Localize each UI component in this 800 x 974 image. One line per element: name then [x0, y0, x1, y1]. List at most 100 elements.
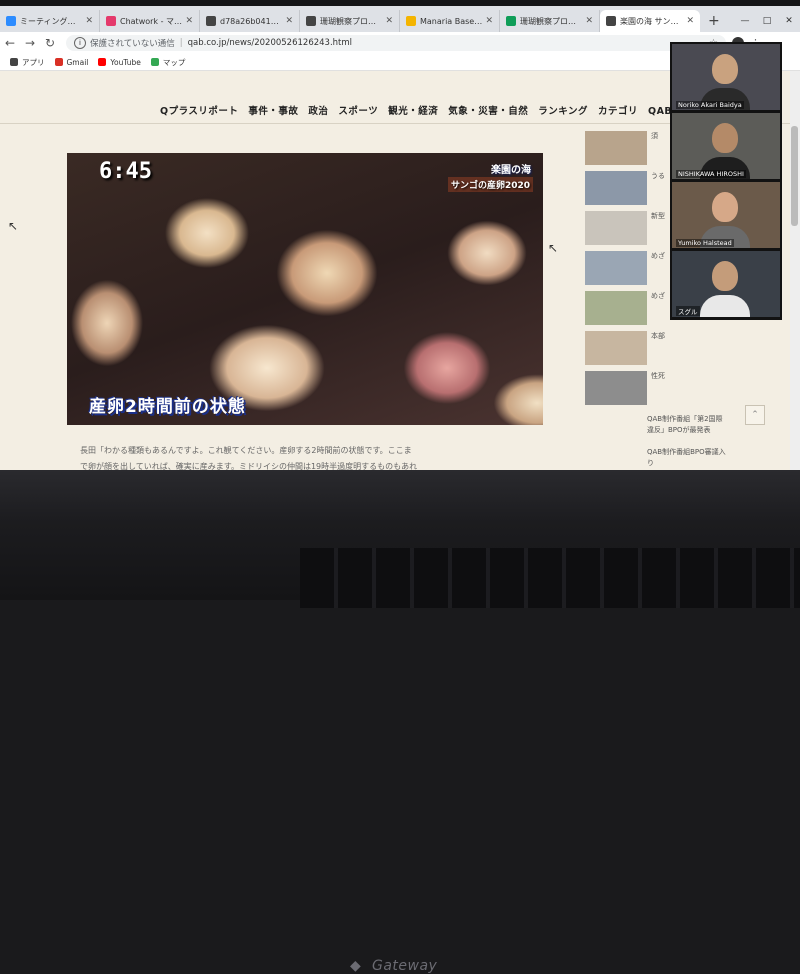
tab-label: 珊瑚観察プロジェク [520, 16, 582, 26]
bookmark-label: マップ [162, 57, 186, 67]
participant-name: NISHIKAWA HIROSHI [676, 170, 746, 178]
news-thumbnail[interactable] [585, 211, 647, 245]
address-separator: | [179, 38, 183, 48]
tab-close-icon[interactable]: ✕ [85, 16, 93, 26]
tab-close-icon[interactable]: ✕ [185, 16, 193, 26]
participant-video-tile[interactable]: Noriko Akari Baidya [672, 44, 780, 110]
news-headline[interactable]: 本部 [647, 331, 665, 367]
sidebar-bottom-text: QAB制作番組「第2国際 違反」BPOが最発表 QAB制作番組BPO審議入り [647, 414, 727, 469]
scroll-to-top-button[interactable]: ⌃ [745, 405, 765, 425]
apps-grid-icon [10, 58, 18, 66]
gateway-logo-icon: ◆ [350, 958, 361, 974]
address-bar[interactable]: i 保護されていない通信 | qab.co.jp/news/2020052612… [66, 35, 726, 51]
window-controls: — □ ✕ [734, 10, 800, 32]
broadcast-time: 6:45 [99, 159, 152, 184]
bookmark-label: YouTube [110, 57, 141, 67]
new-tab-button[interactable]: + [700, 10, 728, 32]
tab-label: 珊瑚観察プロジェク [320, 16, 382, 26]
sidebar-bottom-line[interactable]: QAB制作番組BPO審議入り [647, 447, 727, 469]
close-window-icon[interactable]: ✕ [778, 16, 800, 26]
tab-favicon-icon [6, 16, 16, 26]
bookmark-item[interactable]: Gmail [54, 57, 89, 67]
video-caption: 産卵2時間前の状態 [89, 397, 246, 417]
sidebar-news-item[interactable]: めざ [585, 251, 665, 287]
participant-head [712, 54, 738, 84]
news-thumbnail[interactable] [585, 291, 647, 325]
back-icon[interactable]: ← [0, 36, 20, 50]
site-nav-item[interactable]: 政治 [308, 103, 328, 117]
scrollbar-thumb[interactable] [791, 126, 798, 226]
news-headline[interactable]: 新型 [647, 211, 665, 247]
related-news-sidebar: 須うる 新型 めざ めざ 本部 性死 [585, 131, 665, 411]
tab-close-icon[interactable]: ✕ [485, 16, 493, 26]
news-headline[interactable]: めざ [647, 291, 665, 327]
browser-tab[interactable]: 珊瑚観察プロジェク✕ [500, 10, 600, 32]
site-nav-item[interactable]: 観光・経済 [388, 103, 438, 117]
site-nav-item[interactable]: スポーツ [338, 103, 378, 117]
cursor-icon: ↖ [548, 241, 559, 255]
tab-label: ミーティング情報 - Zo [20, 16, 83, 26]
browser-tab[interactable]: Manaria Base - Go✕ [400, 10, 500, 32]
sidebar-news-item[interactable]: 新型 [585, 211, 665, 247]
bookmark-item[interactable]: YouTube [98, 58, 141, 67]
reload-icon[interactable]: ↻ [40, 36, 60, 50]
tab-favicon-icon [106, 16, 116, 26]
browser-tab[interactable]: Chatwork - マイチャ✕ [100, 10, 200, 32]
forward-icon[interactable]: → [20, 36, 40, 50]
site-nav-item[interactable]: ランキング [538, 103, 588, 117]
news-headline[interactable]: 須 [647, 131, 665, 167]
news-thumbnail[interactable] [585, 331, 647, 365]
insecure-label: 保護されていない通信 [90, 39, 175, 49]
news-thumbnail[interactable] [585, 171, 647, 205]
bookmark-item[interactable]: マップ [150, 57, 186, 68]
browser-tab[interactable]: 楽園の海 サンゴの ✕ [600, 10, 700, 32]
program-title: 楽園の海 [491, 165, 531, 176]
news-headline[interactable]: 性死 [647, 371, 665, 407]
sidebar-bottom-line[interactable]: 違反」BPOが最発表 [647, 425, 727, 436]
maximize-icon[interactable]: □ [756, 16, 778, 26]
tab-favicon-icon [306, 16, 316, 26]
participant-video-tile[interactable]: Yumiko Halstead [672, 182, 780, 248]
tab-favicon-icon [506, 16, 516, 26]
tab-close-icon[interactable]: ✕ [686, 16, 694, 26]
news-headline[interactable]: めざ [647, 251, 665, 287]
minimize-icon[interactable]: — [734, 16, 756, 26]
news-video-still[interactable]: 6:45 楽園の海 サンゴの産卵2020 産卵2時間前の状態 [67, 153, 543, 425]
participant-video-tile[interactable]: NISHIKAWA HIROSHI [672, 113, 780, 179]
maps-pin-icon [150, 58, 159, 66]
brand-label: Gateway [372, 958, 438, 974]
sidebar-bottom-line[interactable]: QAB制作番組「第2国際 [647, 414, 727, 425]
tab-close-icon[interactable]: ✕ [285, 16, 293, 26]
sidebar-news-item[interactable]: 本部 [585, 331, 665, 367]
tab-close-icon[interactable]: ✕ [585, 16, 593, 26]
site-nav-item[interactable]: 事件・事故 [248, 103, 298, 117]
news-headline[interactable]: うる [647, 171, 665, 207]
site-nav-item[interactable]: Qプラスリポート [160, 103, 238, 117]
sidebar-bottom-line[interactable] [647, 436, 727, 447]
bookmark-label: アプリ [22, 57, 45, 67]
participant-head [712, 261, 738, 291]
keyboard [300, 548, 800, 608]
tab-label: d78a26b04132b2 [220, 16, 282, 26]
info-icon[interactable]: i [74, 37, 86, 49]
participant-video-tile[interactable]: スグル [672, 251, 780, 317]
tab-label: Chatwork - マイチャ [120, 16, 183, 26]
news-thumbnail[interactable] [585, 251, 647, 285]
sidebar-news-item[interactable]: 性死 [585, 371, 665, 407]
browser-tab[interactable]: ミーティング情報 - Zo✕ [0, 10, 100, 32]
site-nav-item[interactable]: カテゴリ [598, 103, 638, 117]
bookmark-item[interactable]: アプリ [10, 57, 45, 68]
browser-tab[interactable]: 珊瑚観察プロジェク✕ [300, 10, 400, 32]
site-nav-item[interactable]: 気象・災害・自然 [448, 103, 528, 117]
tab-close-icon[interactable]: ✕ [385, 16, 393, 26]
bookmark-label: Gmail [66, 57, 89, 67]
sidebar-news-item[interactable]: 須 [585, 131, 665, 167]
news-thumbnail[interactable] [585, 131, 647, 165]
sidebar-news-item[interactable]: うる [585, 171, 665, 207]
sidebar-news-item[interactable]: めざ [585, 291, 665, 327]
video-call-panel: Noriko Akari Baidya NISHIKAWA HIROSHI Yumi… [670, 42, 782, 320]
participant-name: スグル [676, 306, 700, 316]
browser-tab[interactable]: d78a26b04132b2✕ [200, 10, 300, 32]
browser-window: ミーティング情報 - Zo✕Chatwork - マイチャ✕d78a26b041… [0, 6, 800, 496]
news-thumbnail[interactable] [585, 371, 647, 405]
